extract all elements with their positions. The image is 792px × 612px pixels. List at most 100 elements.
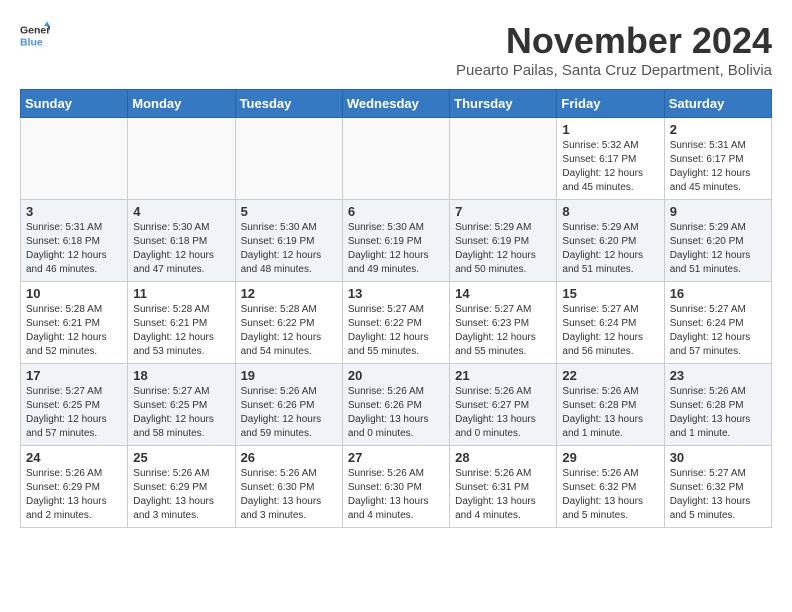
day-number: 26 <box>241 450 337 465</box>
day-info: Sunrise: 5:26 AM Sunset: 6:28 PM Dayligh… <box>670 385 766 441</box>
day-info: Sunrise: 5:26 AM Sunset: 6:29 PM Dayligh… <box>133 467 229 523</box>
calendar-cell: 6 Sunrise: 5:30 AM Sunset: 6:19 PM Daylig… <box>342 200 449 282</box>
day-info: Sunrise: 5:30 AM Sunset: 6:19 PM Dayligh… <box>241 221 337 277</box>
calendar-cell: 4 Sunrise: 5:30 AM Sunset: 6:18 PM Daylig… <box>128 200 235 282</box>
day-info: Sunrise: 5:30 AM Sunset: 6:18 PM Dayligh… <box>133 221 229 277</box>
calendar-cell: 26 Sunrise: 5:26 AM Sunset: 6:30 PM Dayli… <box>235 446 342 528</box>
calendar-cell: 1 Sunrise: 5:32 AM Sunset: 6:17 PM Daylig… <box>557 118 664 200</box>
day-info: Sunrise: 5:30 AM Sunset: 6:19 PM Dayligh… <box>348 221 444 277</box>
calendar-cell: 7 Sunrise: 5:29 AM Sunset: 6:19 PM Daylig… <box>450 200 557 282</box>
calendar-cell <box>235 118 342 200</box>
day-info: Sunrise: 5:28 AM Sunset: 6:21 PM Dayligh… <box>133 303 229 359</box>
calendar-cell: 20 Sunrise: 5:26 AM Sunset: 6:26 PM Dayli… <box>342 364 449 446</box>
day-info: Sunrise: 5:26 AM Sunset: 6:31 PM Dayligh… <box>455 467 551 523</box>
day-number: 9 <box>670 204 766 219</box>
day-number: 17 <box>26 368 122 383</box>
day-info: Sunrise: 5:31 AM Sunset: 6:18 PM Dayligh… <box>26 221 122 277</box>
day-number: 8 <box>562 204 658 219</box>
calendar-cell: 17 Sunrise: 5:27 AM Sunset: 6:25 PM Dayli… <box>21 364 128 446</box>
day-number: 3 <box>26 204 122 219</box>
day-number: 23 <box>670 368 766 383</box>
day-of-week-header: Thursday <box>450 90 557 118</box>
day-number: 6 <box>348 204 444 219</box>
calendar-cell: 11 Sunrise: 5:28 AM Sunset: 6:21 PM Dayli… <box>128 282 235 364</box>
day-info: Sunrise: 5:27 AM Sunset: 6:23 PM Dayligh… <box>455 303 551 359</box>
page-header: General Blue November 2024 Puearto Paila… <box>20 20 772 79</box>
day-number: 24 <box>26 450 122 465</box>
logo: General Blue <box>20 20 50 50</box>
calendar-cell: 10 Sunrise: 5:28 AM Sunset: 6:21 PM Dayli… <box>21 282 128 364</box>
day-number: 10 <box>26 286 122 301</box>
calendar-cell: 3 Sunrise: 5:31 AM Sunset: 6:18 PM Daylig… <box>21 200 128 282</box>
day-info: Sunrise: 5:27 AM Sunset: 6:25 PM Dayligh… <box>133 385 229 441</box>
day-info: Sunrise: 5:27 AM Sunset: 6:24 PM Dayligh… <box>562 303 658 359</box>
calendar-cell: 23 Sunrise: 5:26 AM Sunset: 6:28 PM Dayli… <box>664 364 771 446</box>
day-number: 1 <box>562 122 658 137</box>
day-info: Sunrise: 5:29 AM Sunset: 6:20 PM Dayligh… <box>562 221 658 277</box>
day-info: Sunrise: 5:26 AM Sunset: 6:30 PM Dayligh… <box>348 467 444 523</box>
day-info: Sunrise: 5:26 AM Sunset: 6:26 PM Dayligh… <box>241 385 337 441</box>
day-info: Sunrise: 5:26 AM Sunset: 6:29 PM Dayligh… <box>26 467 122 523</box>
day-number: 15 <box>562 286 658 301</box>
day-number: 20 <box>348 368 444 383</box>
calendar-cell: 19 Sunrise: 5:26 AM Sunset: 6:26 PM Dayli… <box>235 364 342 446</box>
day-number: 30 <box>670 450 766 465</box>
day-info: Sunrise: 5:26 AM Sunset: 6:27 PM Dayligh… <box>455 385 551 441</box>
day-of-week-header: Friday <box>557 90 664 118</box>
day-number: 7 <box>455 204 551 219</box>
day-info: Sunrise: 5:28 AM Sunset: 6:22 PM Dayligh… <box>241 303 337 359</box>
day-info: Sunrise: 5:26 AM Sunset: 6:26 PM Dayligh… <box>348 385 444 441</box>
calendar-cell <box>21 118 128 200</box>
day-number: 11 <box>133 286 229 301</box>
day-number: 12 <box>241 286 337 301</box>
calendar-cell: 15 Sunrise: 5:27 AM Sunset: 6:24 PM Dayli… <box>557 282 664 364</box>
title-block: November 2024 Puearto Pailas, Santa Cruz… <box>456 20 772 79</box>
day-of-week-header: Wednesday <box>342 90 449 118</box>
day-info: Sunrise: 5:28 AM Sunset: 6:21 PM Dayligh… <box>26 303 122 359</box>
day-number: 14 <box>455 286 551 301</box>
day-number: 27 <box>348 450 444 465</box>
location-subtitle: Puearto Pailas, Santa Cruz Department, B… <box>456 62 772 79</box>
day-number: 28 <box>455 450 551 465</box>
day-info: Sunrise: 5:31 AM Sunset: 6:17 PM Dayligh… <box>670 139 766 195</box>
calendar-cell: 9 Sunrise: 5:29 AM Sunset: 6:20 PM Daylig… <box>664 200 771 282</box>
calendar-cell <box>450 118 557 200</box>
calendar-cell <box>342 118 449 200</box>
day-info: Sunrise: 5:27 AM Sunset: 6:25 PM Dayligh… <box>26 385 122 441</box>
day-info: Sunrise: 5:27 AM Sunset: 6:24 PM Dayligh… <box>670 303 766 359</box>
calendar-cell: 27 Sunrise: 5:26 AM Sunset: 6:30 PM Dayli… <box>342 446 449 528</box>
day-of-week-header: Tuesday <box>235 90 342 118</box>
calendar-cell: 21Sunrise: 5:26 AM Sunset: 6:27 PM Dayli… <box>450 364 557 446</box>
day-number: 22 <box>562 368 658 383</box>
day-of-week-header: Monday <box>128 90 235 118</box>
calendar-cell: 25 Sunrise: 5:26 AM Sunset: 6:29 PM Dayli… <box>128 446 235 528</box>
day-number: 25 <box>133 450 229 465</box>
day-info: Sunrise: 5:29 AM Sunset: 6:19 PM Dayligh… <box>455 221 551 277</box>
day-number: 5 <box>241 204 337 219</box>
day-info: Sunrise: 5:27 AM Sunset: 6:22 PM Dayligh… <box>348 303 444 359</box>
calendar-cell: 29 Sunrise: 5:26 AM Sunset: 6:32 PM Dayli… <box>557 446 664 528</box>
day-number: 2 <box>670 122 766 137</box>
day-info: Sunrise: 5:29 AM Sunset: 6:20 PM Dayligh… <box>670 221 766 277</box>
month-title: November 2024 <box>456 20 772 62</box>
day-info: Sunrise: 5:32 AM Sunset: 6:17 PM Dayligh… <box>562 139 658 195</box>
day-number: 18 <box>133 368 229 383</box>
calendar-table: SundayMondayTuesdayWednesdayThursdayFrid… <box>20 89 772 528</box>
day-info: Sunrise: 5:26 AM Sunset: 6:28 PM Dayligh… <box>562 385 658 441</box>
logo-icon: General Blue <box>20 20 50 50</box>
day-of-week-header: Sunday <box>21 90 128 118</box>
day-number: 4 <box>133 204 229 219</box>
calendar-cell: 12 Sunrise: 5:28 AM Sunset: 6:22 PM Dayli… <box>235 282 342 364</box>
day-number: 29 <box>562 450 658 465</box>
calendar-cell: 22 Sunrise: 5:26 AM Sunset: 6:28 PM Dayli… <box>557 364 664 446</box>
day-info: Sunrise: 5:26 AM Sunset: 6:32 PM Dayligh… <box>562 467 658 523</box>
calendar-cell: 28 Sunrise: 5:26 AM Sunset: 6:31 PM Dayli… <box>450 446 557 528</box>
day-number: 19 <box>241 368 337 383</box>
calendar-cell: 18 Sunrise: 5:27 AM Sunset: 6:25 PM Dayli… <box>128 364 235 446</box>
calendar-cell: 13Sunrise: 5:27 AM Sunset: 6:22 PM Dayli… <box>342 282 449 364</box>
calendar-cell: 2 Sunrise: 5:31 AM Sunset: 6:17 PM Daylig… <box>664 118 771 200</box>
day-info: Sunrise: 5:26 AM Sunset: 6:30 PM Dayligh… <box>241 467 337 523</box>
calendar-cell: 8 Sunrise: 5:29 AM Sunset: 6:20 PM Daylig… <box>557 200 664 282</box>
calendar-cell <box>128 118 235 200</box>
calendar-cell: 16Sunrise: 5:27 AM Sunset: 6:24 PM Dayli… <box>664 282 771 364</box>
